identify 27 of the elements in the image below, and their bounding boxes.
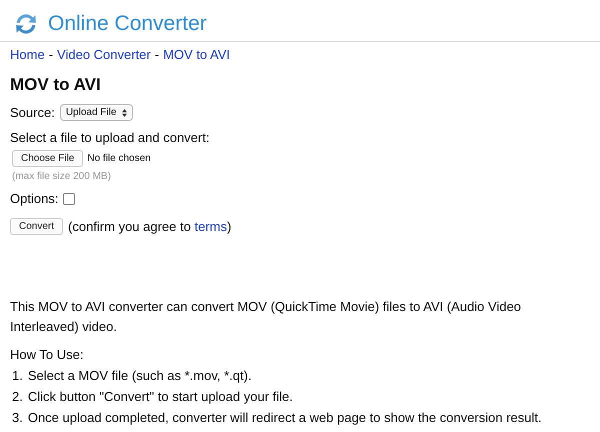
confirm-text: (confirm you agree to terms) bbox=[68, 219, 232, 234]
file-label: Select a file to upload and convert: bbox=[10, 130, 210, 145]
step-text: Click button "Convert" to start upload your file. bbox=[28, 389, 293, 404]
breadcrumb-link[interactable]: Home bbox=[10, 47, 45, 62]
up-down-caret-icon bbox=[122, 108, 128, 116]
step-number: 2. bbox=[12, 389, 23, 404]
terms-link[interactable]: terms bbox=[194, 219, 227, 234]
breadcrumb-separator: - bbox=[48, 47, 54, 62]
description: This MOV to AVI converter can convert MOV (QuickTime Movie) files to AVI (Audio Video Interleaved) video. bbox=[10, 298, 522, 336]
page-heading: MOV to AVI bbox=[10, 75, 102, 95]
choose-file-button[interactable]: Choose File bbox=[12, 150, 84, 167]
breadcrumb-separator: - bbox=[154, 47, 160, 62]
options-label: Options: bbox=[10, 191, 58, 206]
options-checkbox[interactable] bbox=[63, 192, 76, 204]
file-status: No file chosen bbox=[87, 153, 151, 164]
step-number: 3. bbox=[12, 410, 23, 425]
site-title[interactable]: Online Converter bbox=[48, 12, 207, 36]
step-text: Select a MOV file (such as *.mov, *.qt). bbox=[28, 368, 252, 383]
size-note: (max file size 200 MB) bbox=[12, 171, 112, 182]
step-number: 1. bbox=[12, 368, 23, 383]
source-label: Source: bbox=[10, 105, 55, 120]
how-to-title: How To Use: bbox=[10, 347, 84, 362]
convert-button[interactable]: Convert bbox=[10, 218, 64, 235]
breadcrumb-link[interactable]: MOV to AVI bbox=[163, 47, 230, 62]
source-dropdown[interactable]: Upload File bbox=[60, 104, 134, 121]
breadcrumb-link[interactable]: Video Converter bbox=[57, 47, 151, 62]
step-text: Once upload completed, converter will redirect a web page to show the conversion result. bbox=[28, 410, 542, 425]
